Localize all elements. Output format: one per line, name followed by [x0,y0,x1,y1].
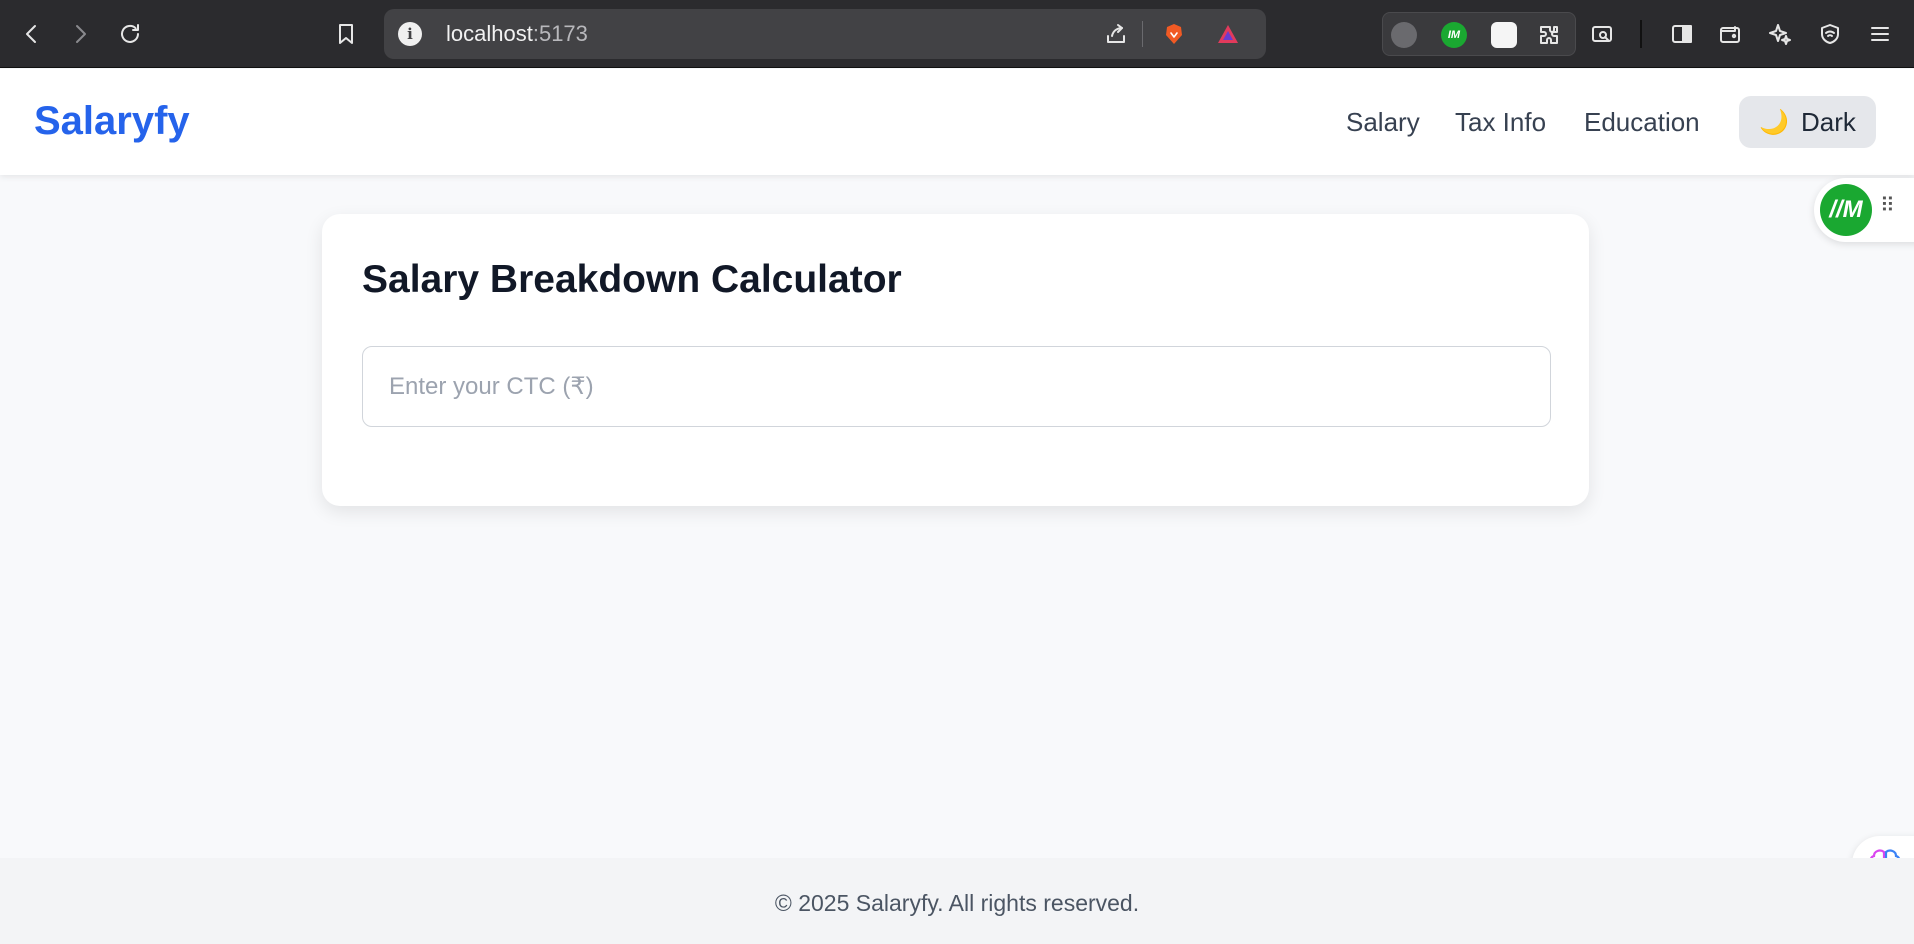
im-logo-icon[interactable]: //M [1820,184,1872,236]
brand-logo-link[interactable]: Salaryfy [34,99,190,144]
forward-icon[interactable] [62,16,98,52]
menu-icon[interactable] [1862,16,1898,52]
theme-toggle-label: Dark [1800,106,1856,137]
back-icon[interactable] [14,16,50,52]
nav-link-salary[interactable]: Salary [1346,107,1420,138]
address-bar[interactable]: i localhost:5173 [384,9,1266,59]
extensions-puzzle-icon[interactable] [1531,17,1567,53]
vpn-shield-icon[interactable] [1812,16,1848,52]
sidebar-icon[interactable] [1664,16,1700,52]
theme-toggle-button[interactable]: 🌙 Dark [1739,96,1876,148]
extension-im-icon[interactable]: IM [1441,22,1467,48]
share-icon[interactable] [1098,16,1134,52]
extensions-group: IM [1382,12,1576,56]
im-floating-widget[interactable]: //M ⠿ [1814,178,1914,242]
extension-globe-icon[interactable] [1391,22,1417,48]
ctc-input[interactable] [362,346,1551,427]
leo-ai-icon[interactable] [1762,16,1798,52]
brave-rewards-icon[interactable] [1210,16,1246,52]
bookmark-icon[interactable] [328,16,364,52]
site-info-icon[interactable]: i [398,22,422,46]
reload-icon[interactable] [112,16,148,52]
footer: © 2025 Salaryfy. All rights reserved. [0,858,1914,944]
nav-link-education[interactable]: Education [1584,107,1700,138]
browser-toolbar: i localhost:5173 IM [0,0,1914,68]
app-header: Salaryfy Salary Tax Info Education 🌙 Dar… [0,69,1914,175]
salary-calculator-card: Salary Breakdown Calculator [322,214,1589,506]
footer-copyright: © 2025 Salaryfy. All rights reserved. [774,890,1140,916]
reader-mode-icon[interactable] [1584,16,1620,52]
page-title: Salary Breakdown Calculator [362,258,902,301]
brave-shields-icon[interactable] [1156,16,1192,52]
wallet-icon[interactable] [1712,16,1748,52]
moon-icon: 🌙 [1759,108,1789,136]
url-text: localhost:5173 [446,21,588,46]
drag-handle-icon[interactable]: ⠿ [1880,196,1895,216]
extension-play-icon[interactable] [1491,22,1517,48]
nav-link-tax-info[interactable]: Tax Info [1455,107,1546,138]
